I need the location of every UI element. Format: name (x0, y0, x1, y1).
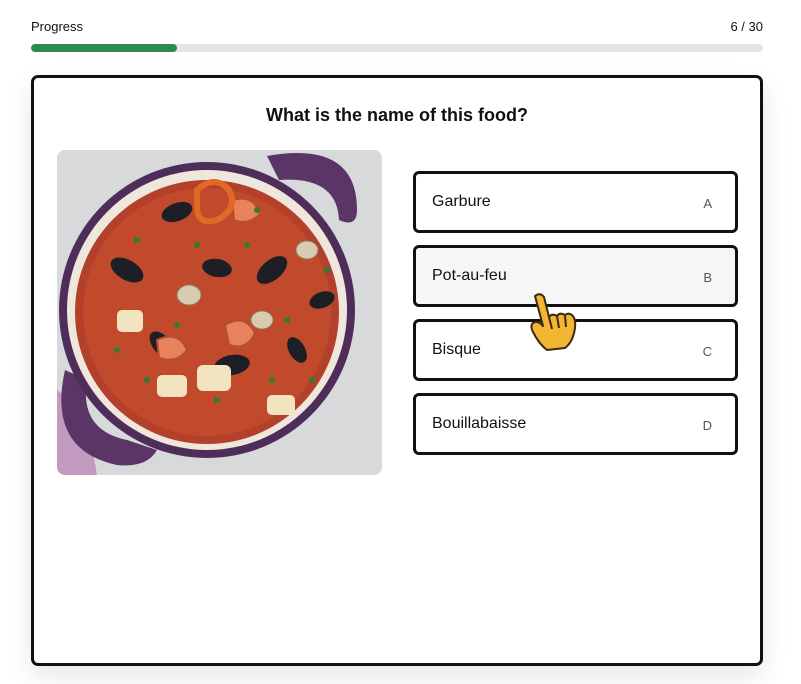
question-title: What is the name of this food? (266, 105, 528, 125)
progress-bar-fill (31, 44, 178, 52)
food-image (57, 150, 382, 475)
progress-bar (31, 44, 763, 52)
option-b-key: B (703, 270, 712, 285)
option-a-button[interactable]: Garbure A (413, 171, 738, 233)
answer-options: Garbure A Pot-au-feu B Bisque C Bouillab… (413, 171, 738, 467)
progress-label: Progress (31, 19, 84, 34)
option-b-button[interactable]: Pot-au-feu B (413, 245, 738, 307)
option-d-label: Bouillabaisse (432, 415, 527, 432)
option-a-label: Garbure (432, 193, 491, 210)
option-c-label: Bisque (432, 341, 481, 358)
option-a-key: A (703, 196, 712, 211)
progress-counter: 6 / 30 (730, 19, 763, 34)
option-b-label: Pot-au-feu (432, 267, 507, 284)
option-d-key: D (702, 418, 712, 433)
option-c-button[interactable]: Bisque C (413, 319, 738, 381)
quiz-card: What is the name of this food? Garbure A… (31, 75, 763, 666)
option-c-key: C (702, 344, 712, 359)
option-d-button[interactable]: Bouillabaisse D (413, 393, 738, 455)
progress-header: Progress 6 / 30 (31, 19, 763, 35)
